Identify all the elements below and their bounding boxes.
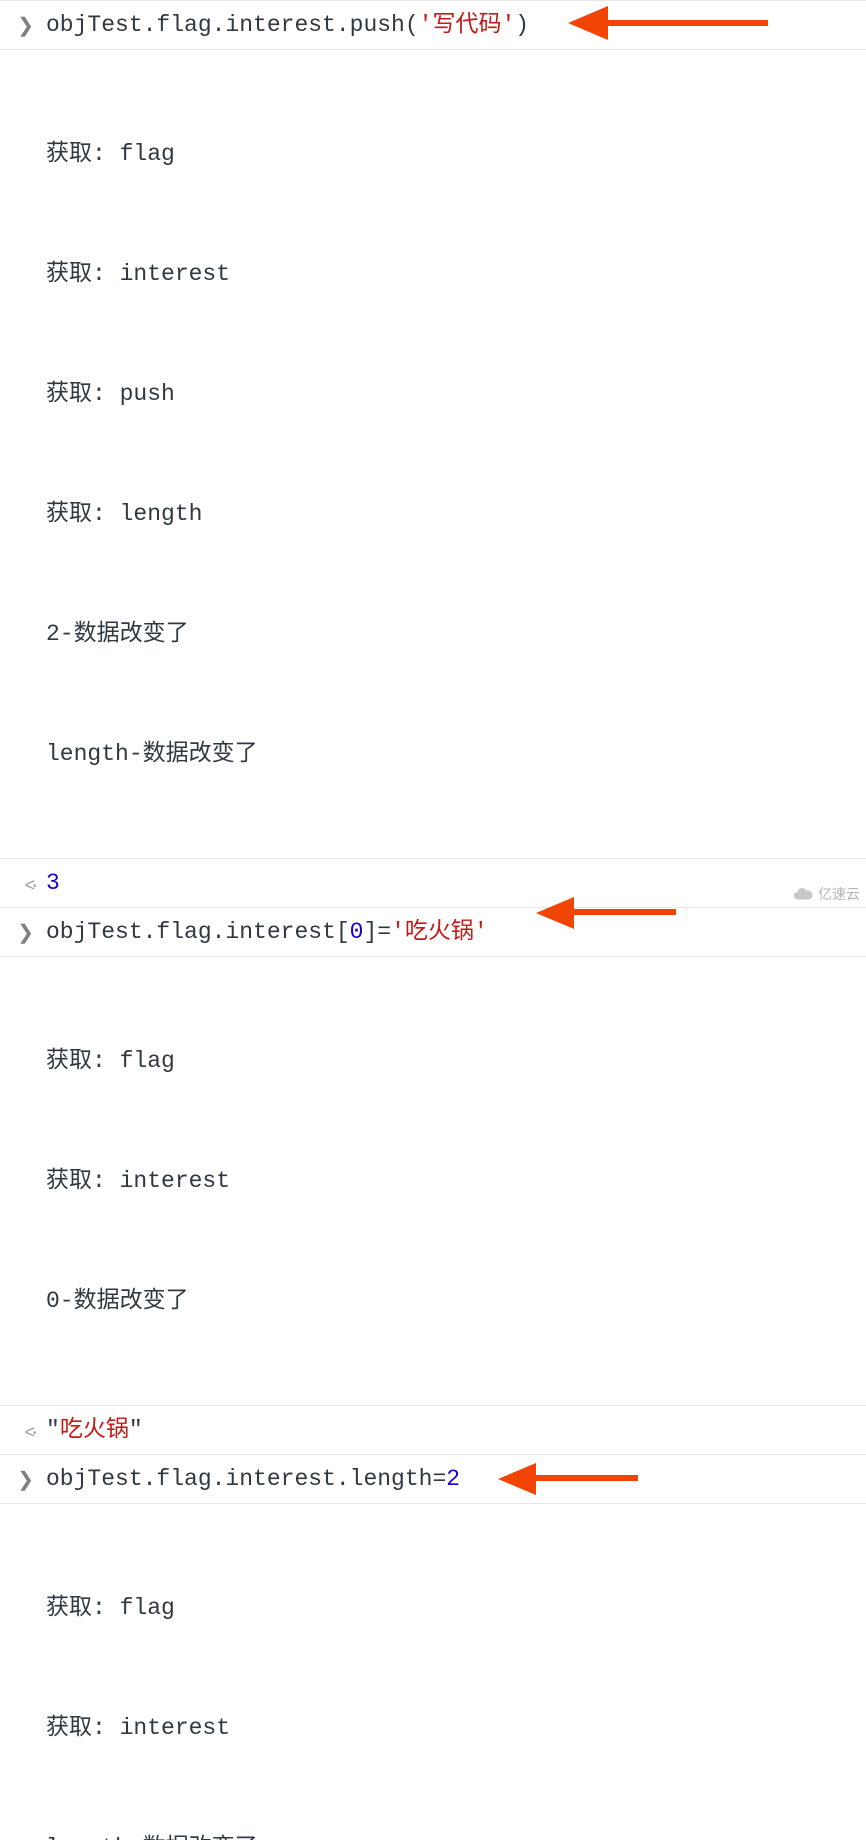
console-input-code: objTest.flag.interest.length=2 [46,1455,866,1503]
log-line: 获取: flag [46,134,866,174]
console-input-code: objTest.flag.interest.push('写代码') [46,1,866,49]
watermark-text: 亿速云 [818,874,860,914]
log-line: 获取: interest [46,254,866,294]
code-text: objTest.flag.interest[ [46,919,350,945]
console-log-lines: 获取: flag 获取: interest 0-数据改变了 [46,957,866,1405]
log-line: 获取: flag [46,1041,866,1081]
console-log-row: 获取: flag 获取: interest length-数据改变了 [0,1503,866,1840]
log-line: length-数据改变了 [46,734,866,774]
log-line: 获取: flag [46,1588,866,1628]
code-string-literal: '吃火锅' [391,919,488,945]
log-line: 2-数据改变了 [46,614,866,654]
code-string-literal: '写代码' [419,12,516,38]
console-input-code: objTest.flag.interest[0]='吃火锅' [46,908,866,956]
gutter-empty [0,1504,46,1840]
code-text: ) [515,12,529,38]
log-line: 获取: push [46,374,866,414]
log-line: 获取: length [46,494,866,534]
log-line: length-数据改变了 [46,1828,866,1840]
console-log-row: 获取: flag 获取: interest 获取: push 获取: lengt… [0,49,866,858]
code-text: objTest.flag.interest.length= [46,1466,446,1492]
code-text: objTest.flag.interest.push( [46,12,419,38]
result-number: 3 [46,870,60,896]
console-input-row[interactable]: ❯ objTest.flag.interest.length=2 [0,1454,866,1503]
watermark: 亿速云 [792,874,860,914]
cloud-icon [792,883,814,905]
code-text: ]= [363,919,391,945]
result-indicator: <· [0,859,46,907]
gutter-empty [0,957,46,1405]
console-result-value: 3 [46,859,866,907]
console-result-row[interactable]: <· "吃火锅" [0,1405,866,1454]
input-indicator: ❯ [0,1,46,49]
log-line: 获取: interest [46,1708,866,1748]
code-number: 0 [350,919,364,945]
console-log-row: 获取: flag 获取: interest 0-数据改变了 [0,956,866,1405]
console-input-row[interactable]: ❯ objTest.flag.interest.push('写代码') [0,0,866,49]
console-input-row[interactable]: ❯ objTest.flag.interest[0]='吃火锅' [0,907,866,956]
input-indicator: ❯ [0,908,46,956]
quote: " [129,1417,143,1443]
result-string: 吃火锅 [60,1417,129,1443]
gutter-empty [0,50,46,858]
console-log-lines: 获取: flag 获取: interest 获取: push 获取: lengt… [46,50,866,858]
console-result-value: "吃火锅" [46,1406,866,1454]
console-log-lines: 获取: flag 获取: interest length-数据改变了 [46,1504,866,1840]
quote: " [46,1417,60,1443]
log-line: 获取: interest [46,1161,866,1201]
result-indicator: <· [0,1406,46,1454]
log-line: 0-数据改变了 [46,1281,866,1321]
console-result-row[interactable]: <· 3 [0,858,866,907]
input-indicator: ❯ [0,1455,46,1503]
code-number: 2 [446,1466,460,1492]
